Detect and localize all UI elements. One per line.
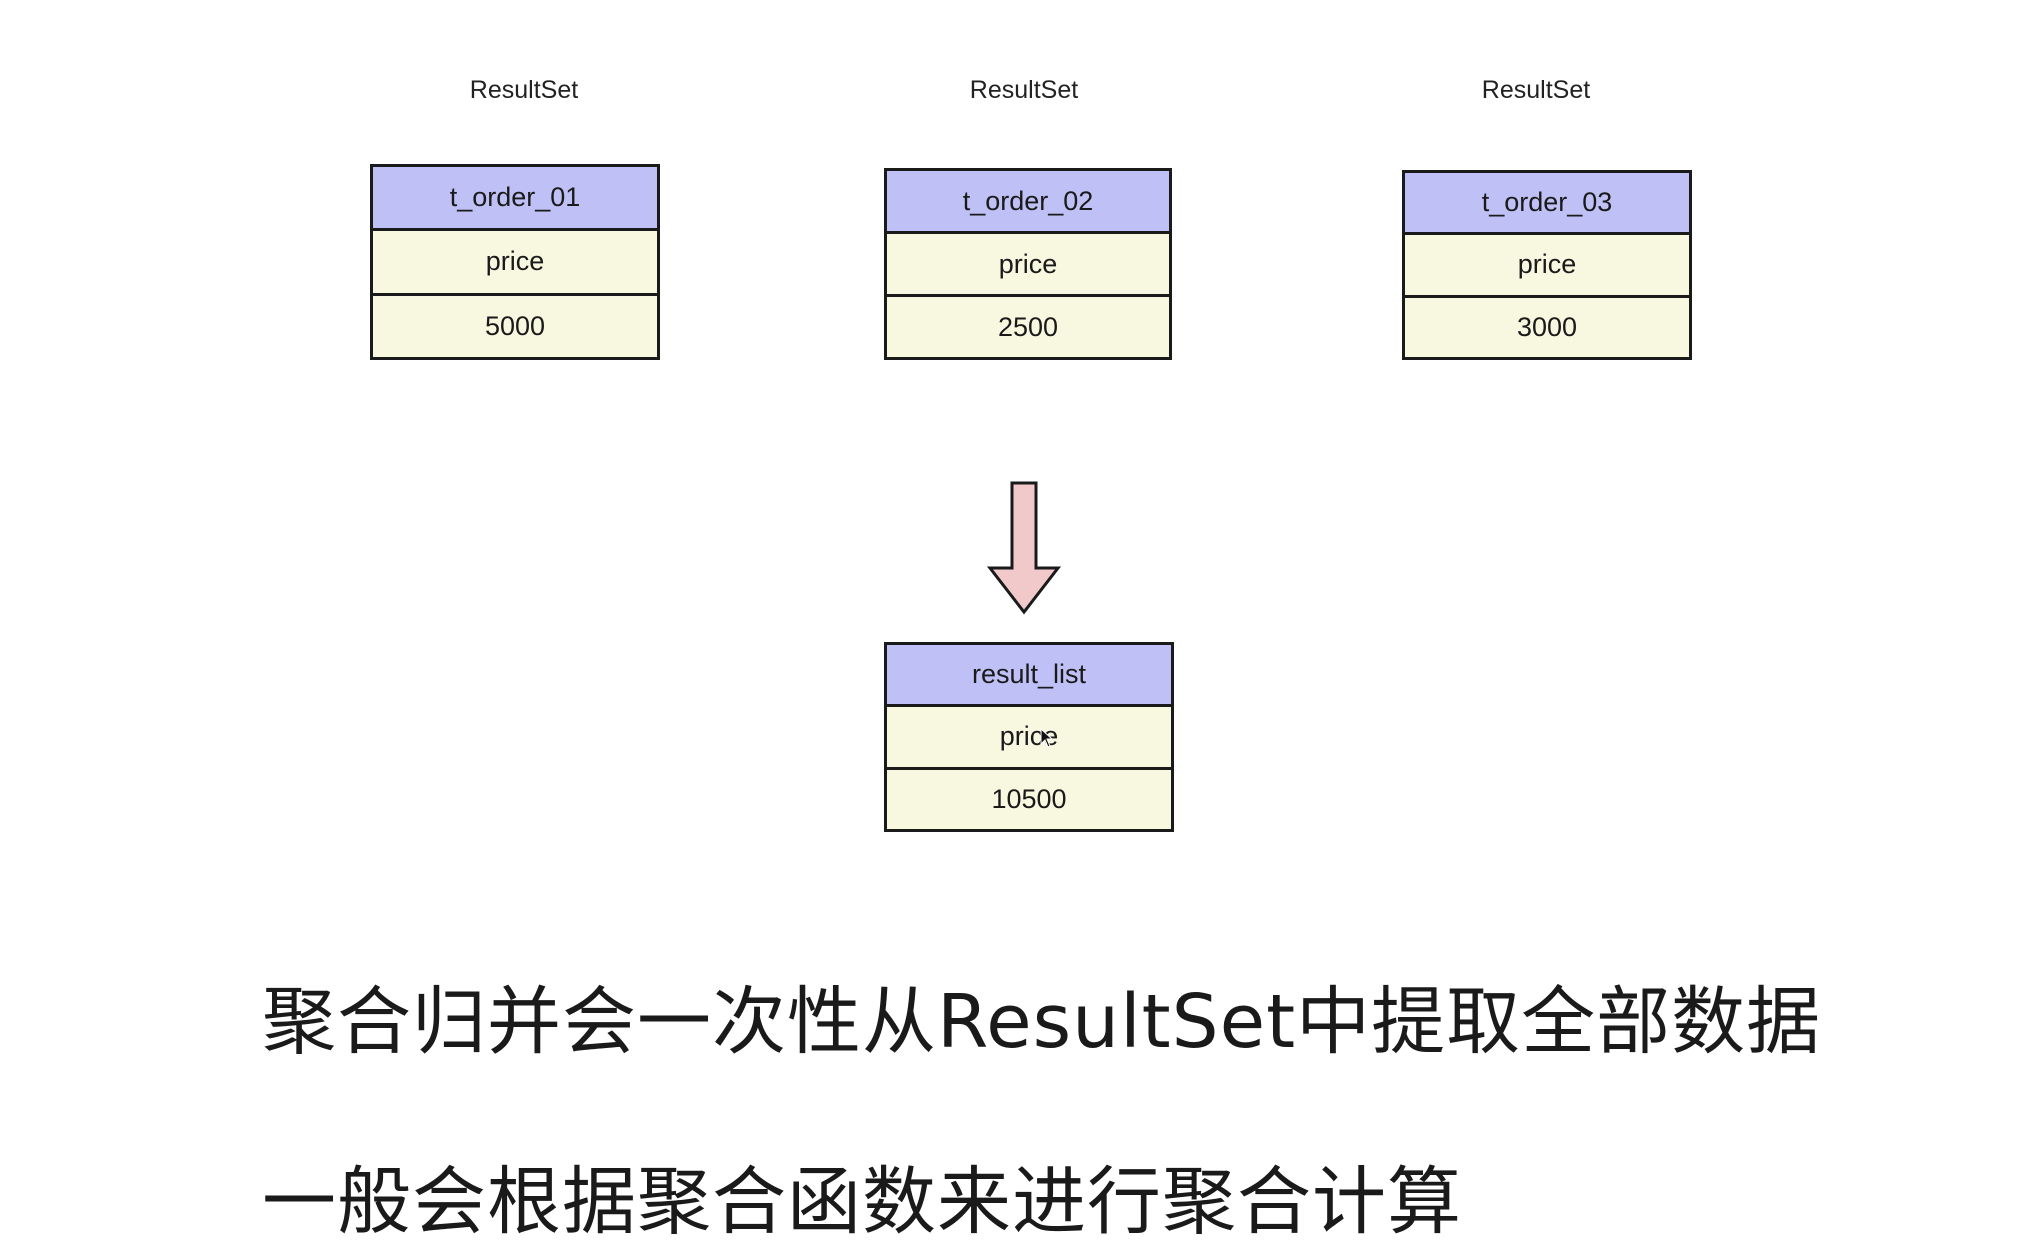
table-t-order-03: t_order_03 price 3000	[1402, 170, 1692, 360]
table-header: t_order_02	[887, 171, 1169, 231]
table-field: price	[887, 704, 1171, 767]
table-t-order-01: t_order_01 price 5000	[370, 164, 660, 360]
table-value: 3000	[1405, 294, 1689, 357]
table-header: result_list	[887, 645, 1171, 705]
table-value: 10500	[887, 766, 1171, 829]
table-value: 2500	[887, 294, 1169, 357]
table-result-list: result_list price 10500	[884, 642, 1174, 832]
resultset-label-1: ResultSet	[469, 76, 579, 104]
resultset-label-2: ResultSet	[969, 76, 1079, 104]
down-arrow-icon	[986, 481, 1062, 615]
mouse-cursor-icon	[1040, 728, 1054, 748]
table-value: 5000	[373, 292, 657, 357]
caption-line-2: 一般会根据聚合函数来进行聚合计算	[262, 1159, 1462, 1245]
table-field: price	[373, 228, 657, 293]
table-field: price	[1405, 232, 1689, 295]
table-header: t_order_01	[373, 167, 657, 229]
table-header: t_order_03	[1405, 173, 1689, 233]
table-t-order-02: t_order_02 price 2500	[884, 168, 1172, 360]
resultset-label-3: ResultSet	[1481, 76, 1591, 104]
table-field: price	[887, 231, 1169, 294]
caption-line-1: 聚合归并会一次性从ResultSet中提取全部数据	[262, 979, 1822, 1065]
